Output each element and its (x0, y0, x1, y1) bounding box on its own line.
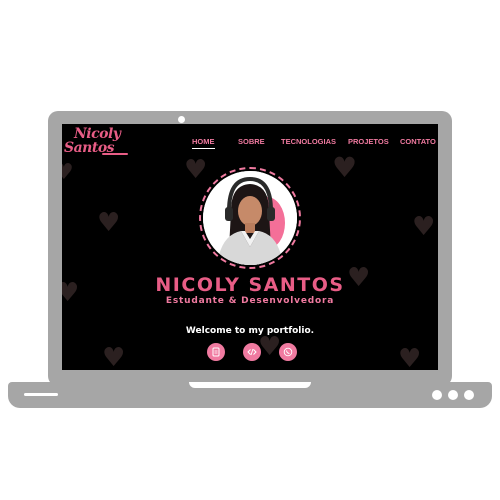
laptop-screen: ♥ ♥ ♥ ♥ ♥ ♥ ♥ ♥ ♥ ♥ Nicoly Santos HOME S… (62, 124, 438, 370)
whatsapp-button[interactable] (279, 343, 297, 361)
nav-item-tecnologias[interactable]: TECNOLOGIAS (281, 137, 336, 146)
avatar (203, 171, 297, 265)
nav-item-projetos[interactable]: PROJETOS (348, 137, 389, 146)
hero-welcome: Welcome to my portfolio. (185, 326, 315, 336)
github-button[interactable] (243, 343, 261, 361)
code-icon (247, 348, 257, 356)
hero-name: NICOLY SANTOS (155, 274, 345, 296)
indicator-dot (432, 390, 442, 400)
nav-item-contato[interactable]: CONTATO (400, 137, 436, 146)
main-nav: HOME SOBRE TECNOLOGIAS PROJETOS CONTATO (192, 137, 438, 151)
indicator-dot (448, 390, 458, 400)
indicator-dot (464, 390, 474, 400)
heart-icon: ♥ (412, 212, 436, 242)
profile-photo (203, 171, 297, 265)
heart-icon: ♥ (62, 160, 74, 185)
phone-icon (283, 347, 293, 357)
heart-icon: ♥ (258, 332, 282, 362)
document-icon (212, 347, 220, 357)
heart-icon: ♥ (398, 344, 422, 370)
webcam-icon (178, 116, 185, 123)
laptop-base-line (24, 393, 58, 396)
heart-icon: ♥ (332, 151, 358, 184)
heart-icon: ♥ (184, 155, 208, 185)
nav-item-sobre[interactable]: SOBRE (238, 137, 265, 146)
site-logo[interactable]: Nicoly Santos (62, 126, 132, 160)
heart-icon: ♥ (102, 343, 126, 370)
laptop-notch (189, 382, 311, 388)
resume-button[interactable] (207, 343, 225, 361)
heart-icon: ♥ (97, 208, 121, 238)
hero-role: Estudante & Desenvolvedora (165, 296, 335, 306)
nav-item-home[interactable]: HOME (192, 137, 215, 149)
logo-swash (102, 153, 128, 155)
